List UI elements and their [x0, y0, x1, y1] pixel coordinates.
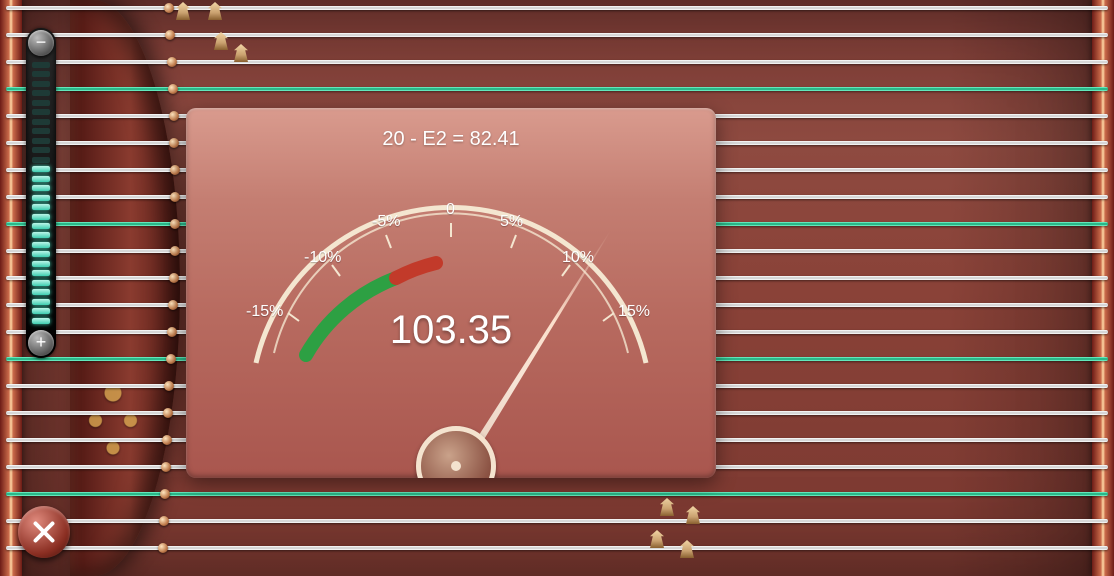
volume-segment	[32, 261, 50, 267]
string-anchor	[166, 354, 176, 364]
volume-segment	[32, 308, 50, 314]
tuner-panel: 20 - E2 = 82.41 -15% -10% -5% 0 5% 1	[186, 108, 716, 478]
string-21[interactable]	[6, 546, 1108, 550]
volume-segment	[32, 185, 50, 191]
volume-segment	[32, 176, 50, 182]
tuner-gauge: -15% -10% -5% 0 5% 10% 15%	[186, 163, 716, 423]
volume-segment	[32, 318, 50, 324]
volume-slider[interactable]: − +	[26, 28, 56, 358]
volume-track[interactable]	[32, 62, 50, 324]
string-anchor	[170, 219, 180, 229]
bridge-marker[interactable]	[686, 506, 700, 524]
string-19[interactable]	[6, 492, 1108, 496]
scale-neg10: -10%	[304, 249, 341, 267]
volume-segment	[32, 62, 50, 68]
scale-neg5: -5%	[372, 213, 400, 231]
volume-segment	[32, 71, 50, 77]
volume-segment	[32, 232, 50, 238]
volume-segment	[32, 157, 50, 163]
volume-segment	[32, 100, 50, 106]
volume-down-button[interactable]: −	[28, 30, 54, 56]
volume-segment	[32, 128, 50, 134]
string-anchor	[158, 543, 168, 553]
string-anchor	[169, 111, 179, 121]
gold-ornament	[78, 360, 148, 470]
volume-segment	[32, 166, 50, 172]
volume-segment	[32, 109, 50, 115]
volume-segment	[32, 147, 50, 153]
volume-up-button[interactable]: +	[28, 330, 54, 356]
current-frequency: 103.35	[186, 308, 716, 353]
volume-segment	[32, 214, 50, 220]
volume-segment	[32, 195, 50, 201]
volume-segment	[32, 138, 50, 144]
bridge-marker[interactable]	[208, 2, 222, 20]
scale-pos5: 5%	[500, 213, 523, 231]
string-anchor	[159, 516, 169, 526]
volume-segment	[32, 299, 50, 305]
close-button[interactable]	[18, 506, 70, 558]
string-anchor	[170, 165, 180, 175]
string-anchor	[167, 327, 177, 337]
volume-segment	[32, 223, 50, 229]
string-anchor	[160, 489, 170, 499]
volume-segment	[32, 280, 50, 286]
volume-segment	[32, 289, 50, 295]
volume-segment	[32, 204, 50, 210]
bridge-marker[interactable]	[660, 498, 674, 516]
string-anchor	[170, 246, 180, 256]
scale-zero: 0	[446, 201, 455, 219]
string-anchor	[167, 57, 177, 67]
bridge-marker[interactable]	[650, 530, 664, 548]
string-anchor	[168, 84, 178, 94]
string-anchor	[169, 273, 179, 283]
string-anchor	[169, 138, 179, 148]
target-note-readout: 20 - E2 = 82.41	[186, 128, 716, 151]
string-anchor	[170, 192, 180, 202]
guzheng-tuner-app: − + 20 - E2 = 82.41 -15% -10% -5%	[0, 0, 1114, 576]
volume-segment	[32, 270, 50, 276]
bridge-marker[interactable]	[234, 44, 248, 62]
string-20[interactable]	[6, 519, 1108, 523]
bridge-marker[interactable]	[176, 2, 190, 20]
volume-segment	[32, 81, 50, 87]
string-anchor	[162, 435, 172, 445]
string-anchor	[161, 462, 171, 472]
string-anchor	[168, 300, 178, 310]
volume-segment	[32, 90, 50, 96]
string-anchor	[163, 408, 173, 418]
volume-segment	[32, 119, 50, 125]
volume-segment	[32, 242, 50, 248]
volume-segment	[32, 251, 50, 257]
string-anchor	[164, 3, 174, 13]
string-anchor	[165, 30, 175, 40]
